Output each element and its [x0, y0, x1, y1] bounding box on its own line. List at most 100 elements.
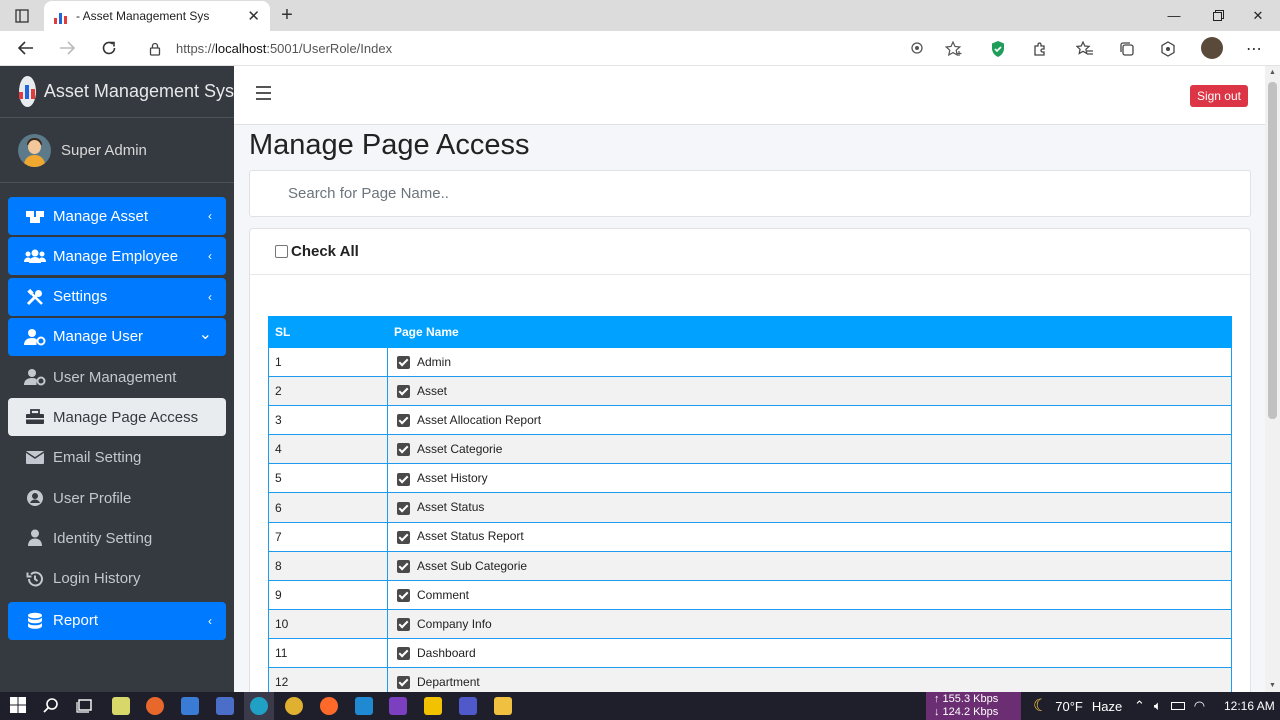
notepad-app-icon[interactable]: [112, 697, 130, 715]
sidebar: Asset Management Sys Super Admin Manage …: [0, 66, 234, 692]
column-header-sl: SL: [268, 316, 388, 348]
main-content: Sign out Manage Page Access Search for P…: [234, 66, 1265, 692]
check-all-label[interactable]: Check All: [291, 243, 359, 260]
page-checkbox[interactable]: [397, 676, 410, 690]
search-icon[interactable]: [42, 697, 60, 715]
new-tab-button[interactable]: +: [276, 4, 298, 26]
vscode-app-icon[interactable]: [355, 697, 373, 715]
card-header: Check All: [250, 229, 1250, 275]
speaker-icon[interactable]: 🔈︎: [1154, 698, 1162, 714]
scroll-up-icon[interactable]: ▲: [1269, 69, 1276, 76]
user-panel[interactable]: Super Admin: [0, 118, 234, 183]
task-view-icon[interactable]: [76, 697, 94, 715]
chevron-left-icon: ‹: [208, 249, 212, 264]
app-icon[interactable]: [320, 697, 338, 715]
file-explorer-icon[interactable]: [494, 697, 512, 715]
sidebar-item-label: Manage Employee: [53, 247, 179, 265]
hamburger-menu-icon[interactable]: [256, 86, 271, 100]
page-scrollbar[interactable]: ▲ ▼: [1265, 66, 1280, 692]
row-page-name: Asset Categorie: [417, 442, 503, 457]
refresh-button[interactable]: [95, 36, 123, 60]
row-sl: 1: [268, 346, 388, 378]
page-checkbox[interactable]: [397, 501, 410, 515]
page-search-input[interactable]: Search for Page Name..: [249, 170, 1251, 217]
row-page-cell: Asset History: [387, 463, 1232, 494]
page-checkbox[interactable]: [397, 414, 410, 428]
brand-name: Asset Management Sys: [43, 81, 234, 101]
maximize-button[interactable]: [1196, 0, 1240, 31]
network-speed-widget: ↑ 155.3 Kbps ↓ 124.2 Kbps: [926, 692, 1021, 720]
user-name: Super Admin: [61, 141, 147, 159]
page-checkbox[interactable]: [397, 530, 410, 544]
profile-avatar-icon[interactable]: [1201, 37, 1223, 59]
page-checkbox[interactable]: [397, 647, 410, 661]
sidebar-item-user-management[interactable]: User Management: [8, 358, 226, 396]
chrome-app-icon[interactable]: [285, 697, 303, 715]
chevron-left-icon: ‹: [208, 209, 212, 223]
check-all-checkbox[interactable]: [275, 245, 288, 258]
address-bar-row: https://localhost:5001/UserRole/Index ⋯: [0, 31, 1280, 66]
page-checkbox[interactable]: [397, 618, 410, 632]
tab-actions-button[interactable]: [0, 0, 44, 31]
sidebar-item-manage-asset[interactable]: Manage Asset ‹: [8, 197, 226, 235]
firefox-app-icon[interactable]: [146, 697, 164, 715]
tab-close-icon[interactable]: ✕: [247, 7, 260, 25]
shield-extension-icon[interactable]: [988, 39, 1008, 59]
row-page-name: Asset Allocation Report: [417, 413, 542, 428]
windows-start-icon[interactable]: [10, 697, 28, 715]
back-arrow-icon: [18, 41, 33, 55]
clock[interactable]: 12:16 AM: [1224, 692, 1275, 720]
teams-app-icon[interactable]: [459, 697, 477, 715]
users-icon: [24, 246, 46, 266]
back-button[interactable]: [12, 36, 40, 60]
url-field[interactable]: https://localhost:5001/UserRole/Index: [138, 35, 974, 62]
sidebar-item-login-history[interactable]: Login History: [8, 560, 226, 598]
sidebar-item-report[interactable]: Report ‹: [8, 601, 226, 640]
row-page-name: Dashboard: [417, 645, 476, 660]
user-circle-icon: [24, 488, 46, 508]
battery-icon[interactable]: [1170, 702, 1185, 710]
table-row: 9 Comment: [268, 579, 1232, 610]
wifi-icon[interactable]: ◠: [1194, 698, 1205, 714]
collections-icon[interactable]: [1117, 39, 1137, 59]
brand-link[interactable]: Asset Management Sys: [0, 66, 234, 118]
add-favorite-icon[interactable]: [944, 39, 964, 59]
page-checkbox[interactable]: [397, 559, 410, 573]
chevron-up-icon[interactable]: ⌃: [1134, 698, 1145, 714]
app-icon[interactable]: [216, 697, 234, 715]
favorites-icon[interactable]: [1075, 39, 1095, 59]
page-checkbox[interactable]: [397, 356, 410, 370]
row-page-cell: Asset Sub Categorie: [387, 550, 1232, 581]
visual-studio-app-icon[interactable]: [389, 697, 407, 715]
browser-tab[interactable]: - Asset Management Sys ✕: [44, 1, 270, 31]
scroll-down-icon[interactable]: ▼: [1269, 682, 1276, 689]
sidebar-item-manage-page-access[interactable]: Manage Page Access: [8, 398, 226, 437]
edge-app-icon[interactable]: [244, 692, 274, 720]
sidebar-item-email-setting[interactable]: Email Setting: [8, 439, 226, 477]
extensions-icon[interactable]: [1030, 39, 1050, 59]
row-page-cell: Admin: [387, 346, 1232, 378]
scrollbar-thumb[interactable]: [1268, 82, 1277, 419]
sidebar-item-settings[interactable]: Settings ‹: [8, 277, 226, 316]
page-checkbox[interactable]: [397, 472, 410, 486]
tab-actions-icon: [15, 8, 29, 23]
sidebar-item-user-profile[interactable]: User Profile: [8, 479, 226, 517]
sidebar-item-manage-user[interactable]: Manage User ⌄: [8, 317, 226, 356]
weather-widget[interactable]: ☾ 70°F Haze: [1033, 692, 1122, 720]
browser-menu-icon[interactable]: ⋯: [1244, 39, 1264, 59]
computer-app-icon[interactable]: [181, 697, 199, 715]
performance-icon[interactable]: [1158, 39, 1178, 59]
sidebar-item-identity-setting[interactable]: Identity Setting: [8, 519, 226, 557]
sidebar-item-manage-employee[interactable]: Manage Employee ‹: [8, 237, 226, 276]
sign-out-button[interactable]: Sign out: [1189, 85, 1248, 107]
minimize-button[interactable]: —: [1152, 0, 1196, 31]
page-checkbox[interactable]: [397, 385, 410, 399]
close-window-button[interactable]: ✕: [1236, 0, 1280, 31]
app-icon[interactable]: [424, 697, 442, 715]
location-icon[interactable]: [907, 39, 927, 59]
page-checkbox[interactable]: [397, 443, 410, 457]
forward-button[interactable]: [53, 36, 81, 60]
page-checkbox[interactable]: [397, 588, 410, 602]
table-row: 7 Asset Status Report: [268, 521, 1232, 552]
row-sl: 11: [268, 637, 388, 669]
